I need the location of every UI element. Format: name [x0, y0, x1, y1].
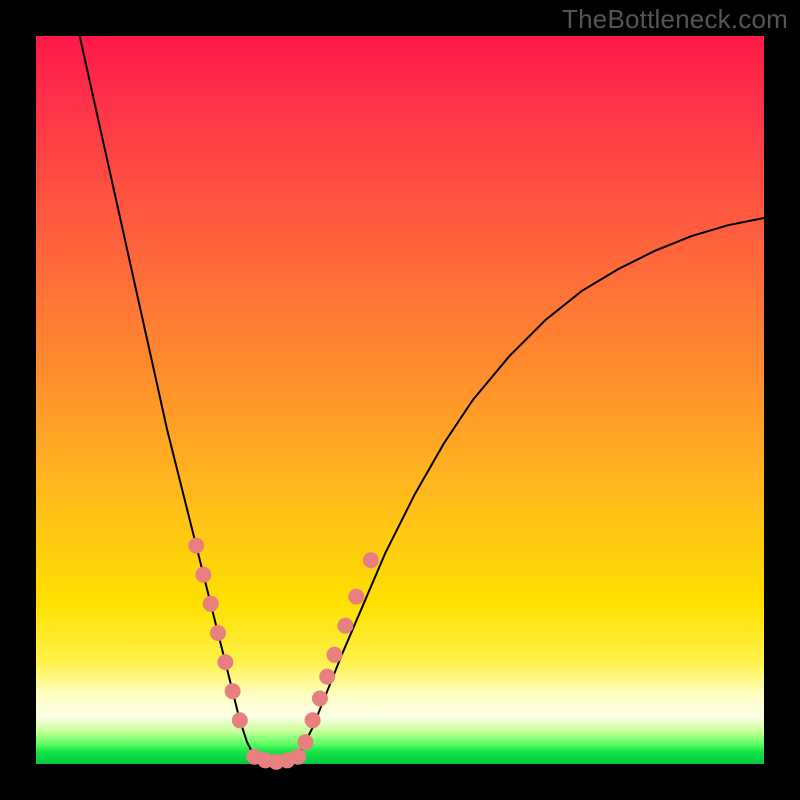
- data-marker: [232, 712, 248, 728]
- watermark-text: TheBottleneck.com: [562, 4, 788, 35]
- data-marker: [225, 683, 241, 699]
- plot-area: [36, 36, 764, 764]
- data-marker: [327, 647, 343, 663]
- data-marker: [195, 567, 211, 583]
- data-marker: [348, 589, 364, 605]
- data-marker: [319, 669, 335, 685]
- data-marker: [363, 552, 379, 568]
- marker-group: [188, 538, 379, 770]
- data-marker: [210, 625, 226, 641]
- data-marker: [312, 691, 328, 707]
- bottleneck-curve: [80, 36, 764, 762]
- chart-frame: TheBottleneck.com: [0, 0, 800, 800]
- data-marker: [337, 618, 353, 634]
- chart-svg: [36, 36, 764, 764]
- data-marker: [305, 712, 321, 728]
- data-marker: [217, 654, 233, 670]
- data-marker: [203, 596, 219, 612]
- data-marker: [188, 538, 204, 554]
- data-marker: [297, 734, 313, 750]
- data-marker: [290, 749, 306, 765]
- curve-group: [80, 36, 764, 762]
